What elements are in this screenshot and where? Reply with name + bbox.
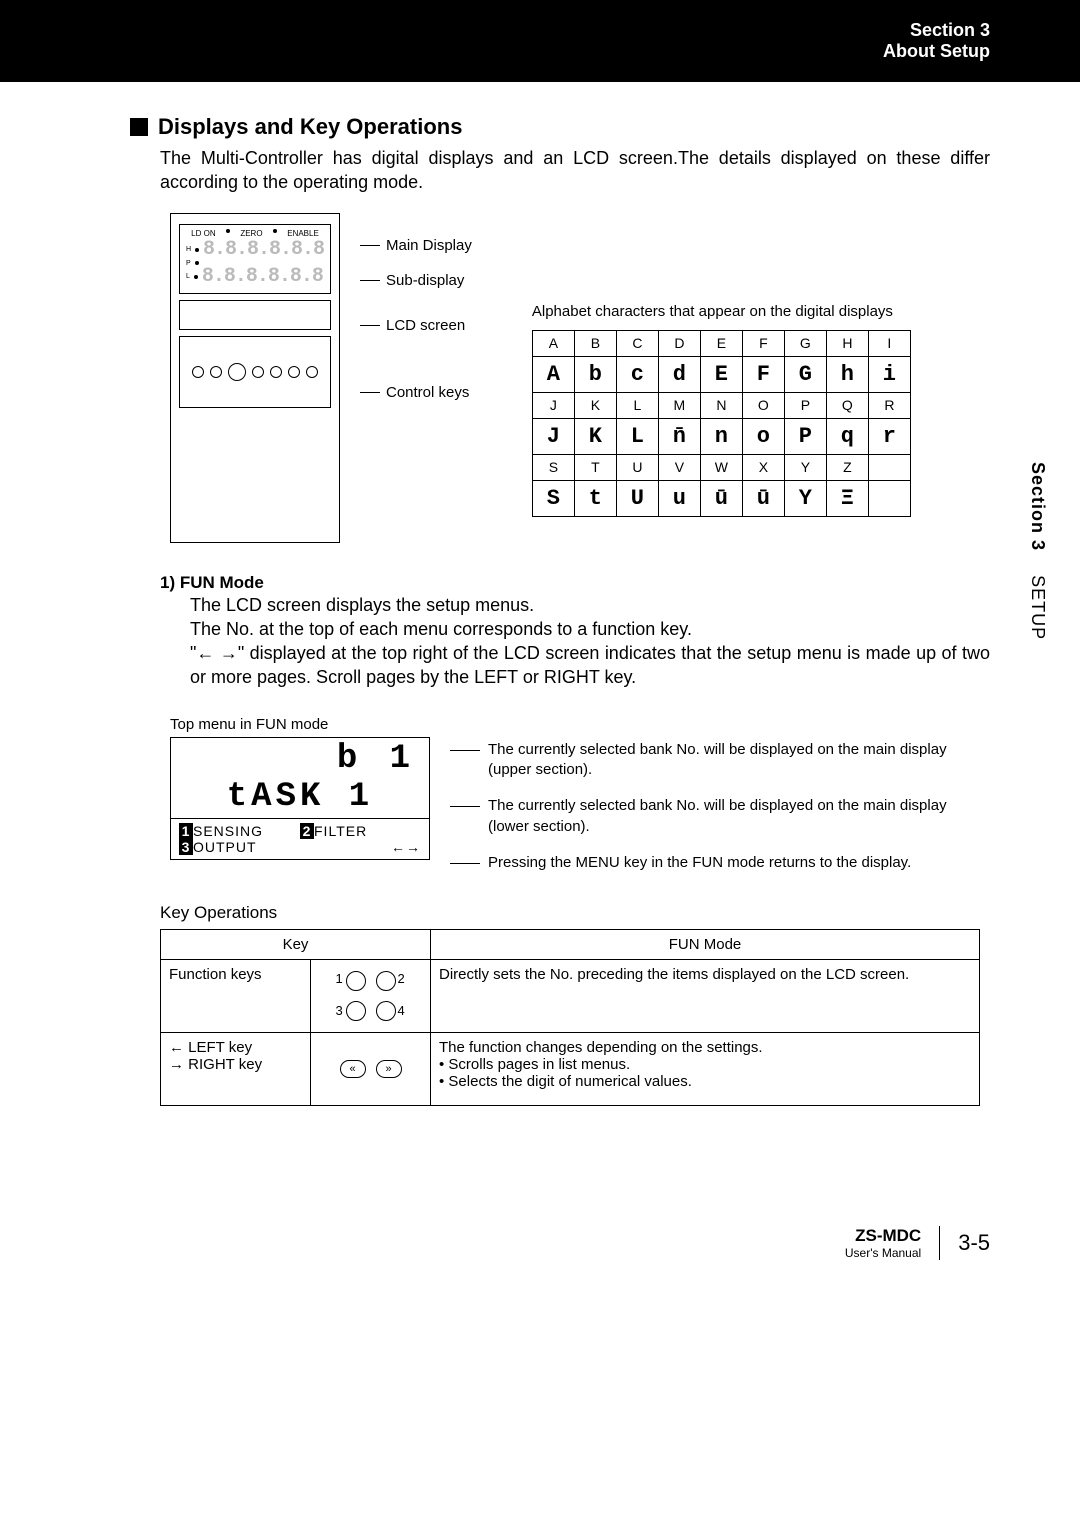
fun-mode-display: b 1 tASK 1 1SENSING 2FILTER 3OUTPUT ←→ xyxy=(170,737,430,860)
alphabet-table: ABCDEFGHI AbcdEFGhi JKLMNOPQR JKLn̄noPqr… xyxy=(532,330,911,517)
left-right-keys-icon: «» xyxy=(340,1060,402,1078)
header-bar: Section 3 About Setup xyxy=(0,0,1080,82)
table-row: ← LEFT key → RIGHT key «» The function c… xyxy=(161,1033,980,1106)
function-keys-icon: 1 2 3 4 xyxy=(336,967,406,1025)
controller-diagram: LD ON ZERO ENABLE H8.8.8.8.8.8 P L8.8.8.… xyxy=(170,213,340,543)
alphabet-table-wrap: Alphabet characters that appear on the d… xyxy=(532,303,911,543)
controller-labels: Main Display Sub-display LCD screen Cont… xyxy=(360,213,472,543)
key-operations-heading: Key Operations xyxy=(160,903,990,923)
key-operations-table: Key FUN Mode Function keys 1 2 3 4 xyxy=(160,929,980,1106)
fun-mode-heading: 1) FUN Mode xyxy=(160,573,990,593)
header-subtitle: About Setup xyxy=(883,41,990,62)
page-footer: ZS-MDC User's Manual 3-5 xyxy=(0,1146,1080,1300)
page-title: Displays and Key Operations xyxy=(130,114,990,140)
square-bullet-icon xyxy=(130,118,148,136)
header-section: Section 3 xyxy=(883,20,990,41)
table-row: Function keys 1 2 3 4 Directly sets the xyxy=(161,960,980,1033)
side-tab: Section 3 SETUP xyxy=(1027,462,1048,640)
fun-mode-notes: The currently selected bank No. will be … xyxy=(450,716,990,889)
intro-paragraph: The Multi-Controller has digital display… xyxy=(160,146,990,195)
